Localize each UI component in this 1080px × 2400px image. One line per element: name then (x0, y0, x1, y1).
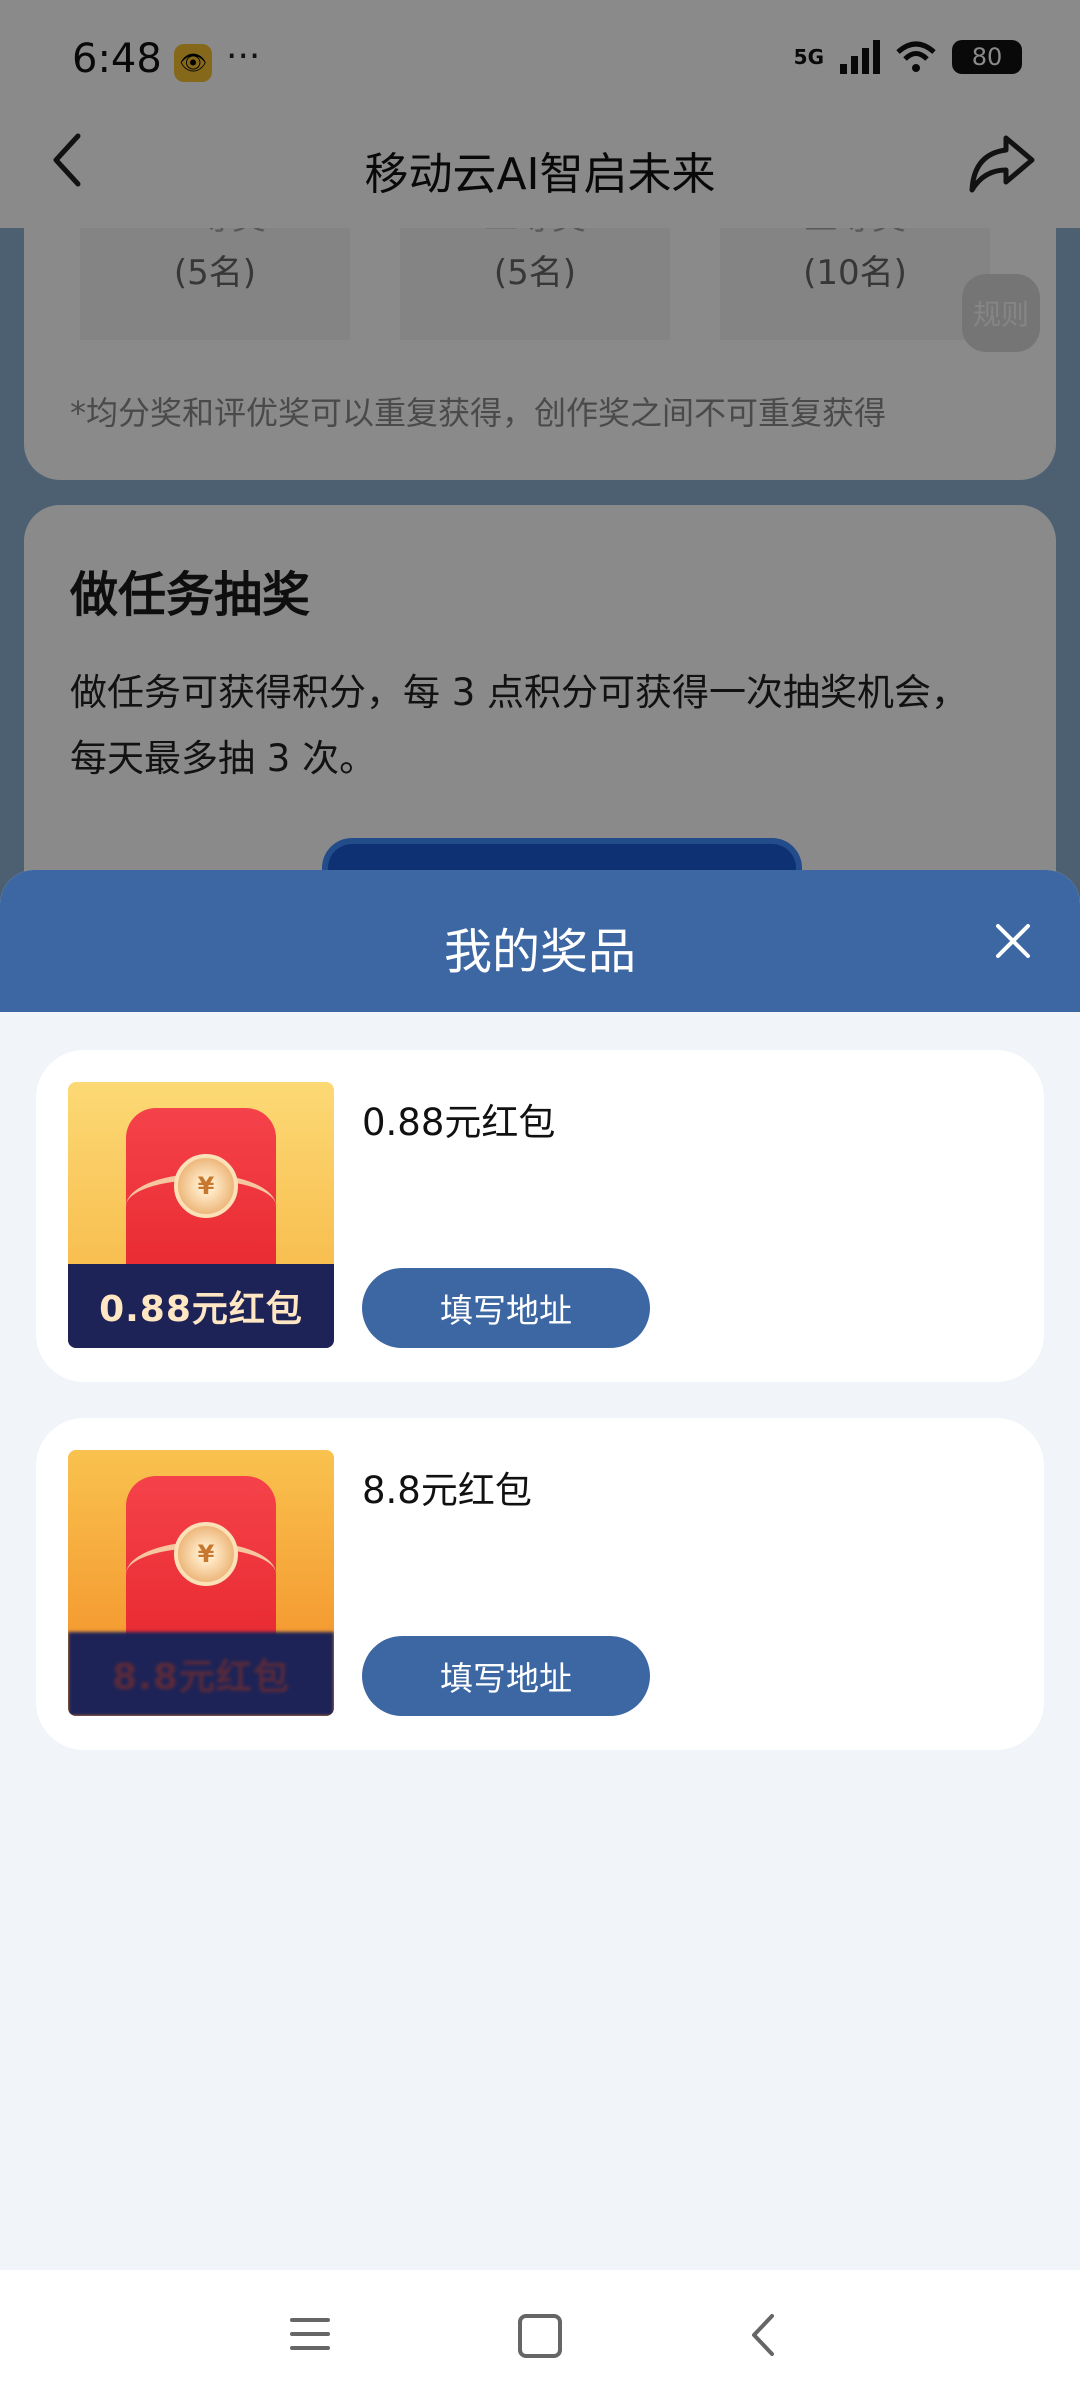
fill-address-button[interactable]: 填写地址 (362, 1268, 650, 1348)
sheet-title: 我的奖品 (443, 924, 636, 980)
prize-card: ¥ 8.8元红包 8.8元红包 填写地址 (36, 1418, 1044, 1750)
thumb-label: 0.88元红包 (68, 1264, 334, 1348)
system-navigation-bar (0, 2270, 1080, 2400)
prize-name: 0.88元红包 (362, 1101, 556, 1144)
nav-back-icon[interactable] (748, 2312, 778, 2358)
red-envelope-image: ¥ 0.88元红包 (68, 1082, 334, 1348)
my-prizes-sheet: 我的奖品 ¥ 0.88元红包 0.88元红包 填写地址 ¥ 8.8元红包 8.8… (0, 870, 1080, 2270)
prize-name: 8.8元红包 (362, 1469, 532, 1512)
fill-address-button[interactable]: 填写地址 (362, 1636, 650, 1716)
recent-apps-icon[interactable] (290, 2314, 330, 2354)
prize-card: ¥ 0.88元红包 0.88元红包 填写地址 (36, 1050, 1044, 1382)
red-envelope-image: ¥ 8.8元红包 (68, 1450, 334, 1716)
sheet-header: 我的奖品 (0, 870, 1080, 1012)
yuan-coin-icon: ¥ (174, 1522, 238, 1586)
close-icon[interactable] (990, 918, 1036, 964)
thumb-label: 8.8元红包 (68, 1632, 334, 1716)
home-icon[interactable] (518, 2314, 562, 2358)
yuan-coin-icon: ¥ (174, 1154, 238, 1218)
